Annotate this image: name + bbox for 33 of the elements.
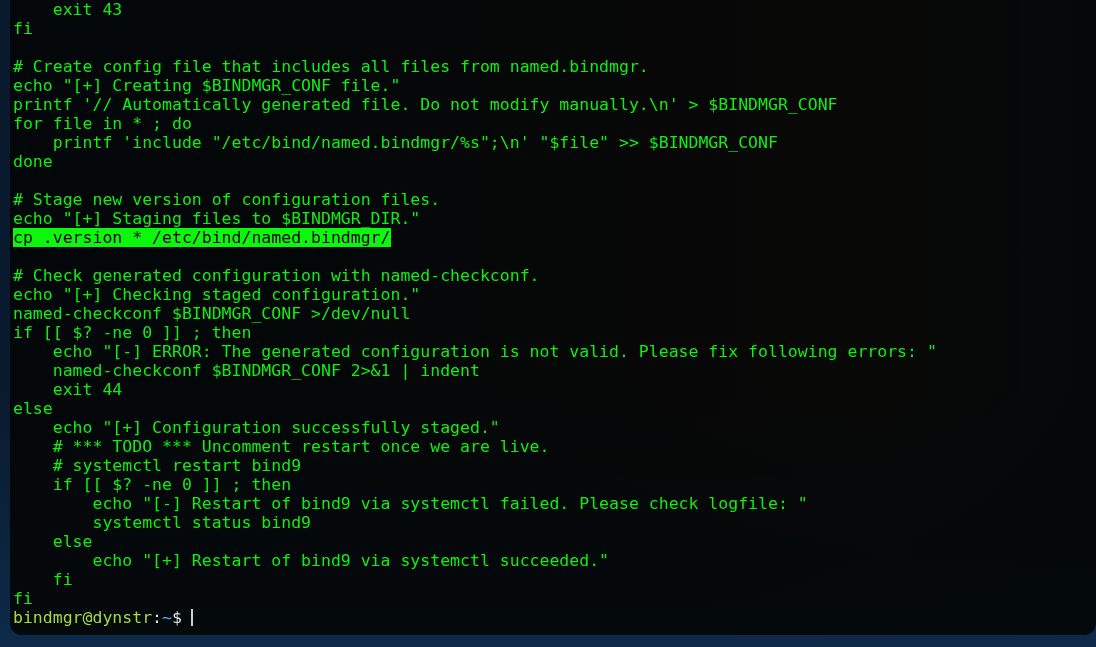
code-line: else <box>13 399 53 418</box>
code-line: # *** TODO *** Uncomment restart once we are live. <box>51 437 550 456</box>
code-line: # Stage new version of configuration files. <box>13 190 441 209</box>
code-line: fi <box>51 570 73 589</box>
code-line: done <box>13 152 53 171</box>
text-cursor <box>190 609 193 626</box>
code-line: printf '// Automatically generated file. Do not modify manually.\n' > $BINDMGR_CONF <box>13 95 838 114</box>
code-line: for file in * ; do <box>13 114 192 133</box>
code-line: fi <box>13 589 33 608</box>
code-line: echo "[+] Creating $BINDMGR_CONF file." <box>13 76 401 95</box>
code-line: exit 43 <box>51 0 123 19</box>
code-line: named-checkconf $BINDMGR_CONF >/dev/null <box>13 304 411 323</box>
code-line: echo "[-] ERROR: The generated configuration is not valid. Please fix following errors: " <box>51 342 937 361</box>
code-line: echo "[+] Staging files to $BINDMGR_DIR." <box>13 209 421 228</box>
code-line: else <box>51 532 93 551</box>
prompt-user-host: bindmgr@dynstr <box>13 608 153 627</box>
code-line: systemctl status bind9 <box>91 513 311 532</box>
code-line: named-checkconf $BINDMGR_CONF 2>&1 | indent <box>51 361 480 380</box>
code-line: if [[ $? -ne 0 ]] ; then <box>13 323 252 342</box>
code-line: # Check generated configuration with named-checkconf. <box>13 266 540 285</box>
prompt-symbol: $ <box>171 608 182 627</box>
code-line: echo "[+] Checking staged configuration." <box>13 285 421 304</box>
code-line: fi <box>13 19 33 38</box>
code-line: # Create config file that includes all files from named.bindmgr. <box>13 57 649 76</box>
code-line: exit 44 <box>51 380 123 399</box>
prompt-separator: : <box>152 608 162 627</box>
code-line: printf 'include "/etc/bind/named.bindmgr/%s";\n' "$file" >> $BINDMGR_CONF <box>51 133 778 152</box>
code-line: echo "[+] Restart of bind9 via systemctl succeeded." <box>91 551 610 570</box>
code-line: # systemctl restart bind9 <box>51 456 302 475</box>
code-line: echo "[+] Configuration successfully staged." <box>51 418 500 437</box>
prompt-path: ~ <box>162 608 172 627</box>
code-line: echo "[-] Restart of bind9 via systemctl failed. Please check logfile: " <box>91 494 808 513</box>
code-line: if [[ $? -ne 0 ]] ; then <box>51 475 292 494</box>
